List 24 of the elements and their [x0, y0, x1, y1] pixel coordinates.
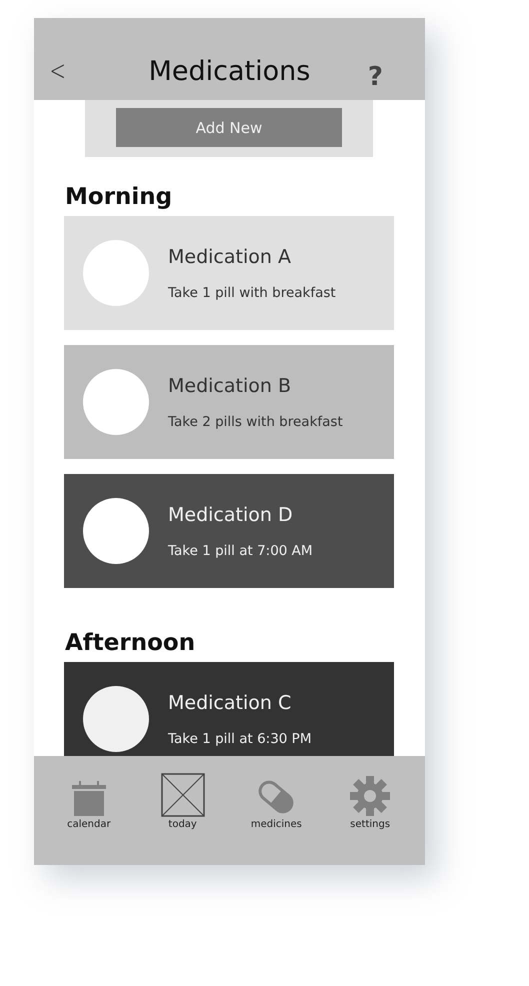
medication-instructions: Take 2 pills with breakfast: [168, 414, 343, 430]
medication-name: Medication D: [168, 504, 294, 526]
medication-name: Medication C: [168, 692, 292, 714]
help-button[interactable]: ?: [368, 62, 383, 92]
back-button[interactable]: <: [50, 54, 66, 87]
section-heading: Morning: [65, 184, 172, 210]
medication-instructions: Take 1 pill at 6:30 PM: [168, 730, 312, 746]
calendar-icon: [70, 779, 107, 817]
screen-title: Medications: [148, 56, 310, 86]
settings-icon: [349, 775, 392, 817]
section-heading: Afternoon: [65, 630, 196, 656]
nav-tab[interactable]: calendar: [48, 770, 129, 830]
medication-instructions: Take 1 pill with breakfast: [168, 284, 336, 300]
medication-name: Medication A: [168, 246, 292, 268]
nav-tab[interactable]: settings: [330, 770, 410, 830]
medication-card[interactable]: Medication B Take 2 pills with breakfast: [64, 345, 394, 459]
medication-card[interactable]: Medication D Take 1 pill at 7:00 AM: [64, 474, 394, 588]
medication-name: Medication B: [168, 374, 292, 396]
nav-tab[interactable]: today: [142, 770, 223, 830]
nav-tab[interactable]: medicines: [236, 770, 316, 830]
image-placeholder-icon: [160, 773, 205, 817]
medication-card[interactable]: Medication C Take 1 pill at 6:30 PM: [64, 662, 394, 756]
medication-instructions: Take 1 pill at 7:00 AM: [168, 542, 313, 558]
medication-card[interactable]: Medication A Take 1 pill with breakfast: [64, 216, 394, 330]
